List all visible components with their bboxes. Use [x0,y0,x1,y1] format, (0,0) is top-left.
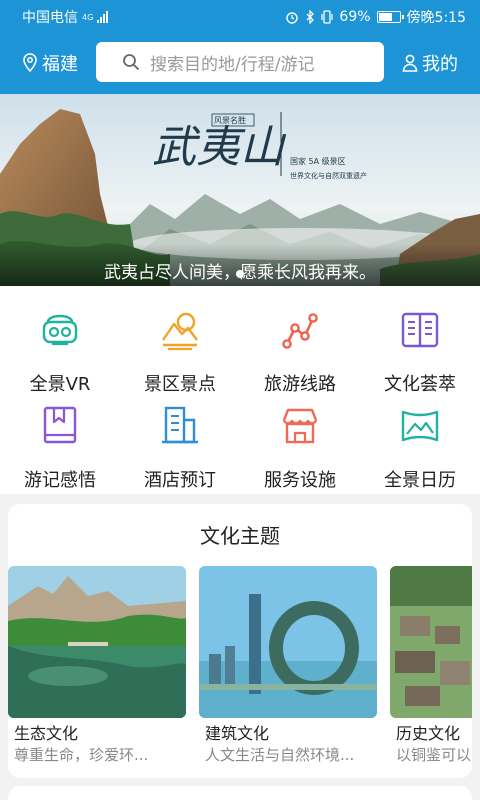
search-input[interactable]: 搜索目的地/行程/游记 [96,42,384,82]
grid-label: 全景日历 [384,470,456,491]
open-book-icon [401,312,439,348]
status-left: 中国电信 4G [22,7,109,27]
alarm-icon [286,12,299,24]
culture-image-history [390,566,472,718]
culture-name: 生态文化 [14,724,79,743]
mountain-sun-icon [162,312,198,351]
culture-theme-card: 文化主题 生态文化 尊重生命，珍爱环... 建筑文化 人文生活与自然环境... … [8,504,472,778]
location-label: 福建 [42,54,78,75]
grid-item-vr[interactable]: 全景VR [0,286,120,395]
culture-name: 历史文化 [396,724,461,743]
user-icon [402,54,418,72]
status-right: 69% 傍晚5:15 [285,7,466,27]
banner-seal: 风景名胜 [214,115,246,125]
grid-item-panorama-calendar[interactable]: 全景日历 [360,382,480,491]
signal-icon [97,11,109,23]
grid-item-culture[interactable]: 文化荟萃 [360,286,480,395]
grid-item-travel-routes[interactable]: 旅游线路 [240,286,360,395]
culture-item-architecture[interactable]: 建筑文化 人文生活与自然环境... [199,566,381,766]
search-placeholder: 搜索目的地/行程/游记 [150,54,315,75]
grid-label: 游记感悟 [24,470,96,491]
culture-name: 建筑文化 [205,724,270,743]
vr-headset-icon [42,314,78,346]
search-icon [123,54,139,70]
grid-label: 服务设施 [264,470,336,491]
next-section-card [8,786,472,800]
network-type: 4G [82,12,94,22]
grid-item-travel-notes[interactable]: 游记感悟 [0,382,120,491]
culture-item-ecology[interactable]: 生态文化 尊重生命，珍爱环... [8,566,190,766]
banner-sub-line2: 世界文化与自然双重遗产 [290,171,367,180]
carrier-name: 中国电信 [22,10,78,26]
culture-item-history[interactable]: 历史文化 以铜鉴可以... [390,566,472,766]
grid-item-hotel-booking[interactable]: 酒店预订 [120,382,240,491]
clock: 傍晚5:15 [406,10,466,26]
route-icon [282,313,318,349]
battery-icon [376,11,404,23]
banner-carousel[interactable]: 武夷山 风景名胜 国家 5A 级景区 世界文化与自然双重遗产 武夷占尽人间美，愿… [0,94,480,286]
carousel-dot[interactable] [236,270,244,278]
grid-item-scenic-spots[interactable]: 景区景点 [120,286,240,395]
culture-title: 文化主题 [200,524,280,548]
vibrate-icon [321,10,334,24]
banner-sub-line1: 国家 5A 级景区 [290,156,346,166]
panorama-icon [401,410,439,442]
location-pin-icon [23,53,37,73]
my-profile-button[interactable]: 我的 [402,50,458,76]
culture-desc: 尊重生命，珍爱环... [14,746,149,764]
culture-image-ecology [8,566,186,718]
grid-label: 酒店预订 [144,470,216,491]
feature-grid: 全景VR 景区景点 旅游线路 文化荟萃 游记感悟 酒店预订 服务设施 全景日历 [0,286,480,494]
culture-desc: 人文生活与自然环境... [205,746,355,764]
culture-image-architecture [199,566,377,718]
shop-icon [282,408,318,444]
building-icon [162,406,198,444]
mine-label: 我的 [422,54,458,75]
banner-calligraphy: 武夷山 [152,122,287,173]
status-bar: 中国电信 4G 69% 傍晚5:15 [0,0,480,32]
bookmark-book-icon [43,406,77,444]
location-selector[interactable]: 福建 [22,50,78,76]
top-header: 福建 搜索目的地/行程/游记 我的 [0,32,480,94]
battery-percent: 69% [339,9,371,25]
banner-caption: 武夷占尽人间美，愿乘长风我再来。 [0,244,480,286]
bluetooth-icon [306,10,315,24]
carousel-indicator [0,270,480,278]
culture-desc: 以铜鉴可以... [396,746,472,764]
grid-item-service-facilities[interactable]: 服务设施 [240,382,360,491]
